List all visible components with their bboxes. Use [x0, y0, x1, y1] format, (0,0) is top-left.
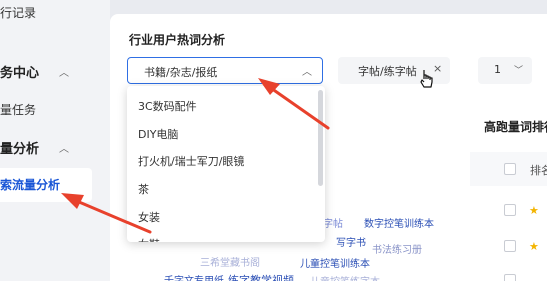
- sidebar-item-label: 索流量分析: [0, 178, 61, 192]
- cloud-word: 千字文专用纸: [164, 272, 224, 281]
- row-checkbox[interactable]: [504, 240, 516, 252]
- cloud-word: 儿童控笔训练本: [300, 259, 370, 270]
- dropdown-option[interactable]: 女装: [138, 209, 160, 225]
- sidebar-item-task[interactable]: 量任务: [0, 101, 36, 118]
- category-dropdown: 3C数码配件 DIY电脑 打火机/瑞士军刀/眼镜 茶 女装 女鞋: [127, 86, 325, 242]
- ranking-table-header: 排名: [470, 152, 547, 186]
- hand-cursor-icon: [420, 70, 433, 88]
- sidebar-group-label: 量分析: [0, 142, 40, 157]
- chevron-up-icon[interactable]: ︿: [59, 140, 69, 155]
- sidebar: 行记录 务中心 ︿ 量任务 量分析 ︿ 索流量分析: [0, 0, 110, 281]
- app-window: 行记录 务中心 ︿ 量任务 量分析 ︿ 索流量分析 行业用户热词分析 书籍/杂志…: [0, 0, 547, 281]
- cloud-word: 书法练习册: [372, 245, 422, 256]
- cloud-word: 三希堂藏书阁: [200, 258, 260, 269]
- sidebar-group-analysis[interactable]: 量分析: [0, 138, 39, 157]
- cloud-word: 数字控笔训练本: [364, 219, 434, 230]
- cloud-word: 练字教学视频: [228, 274, 294, 281]
- chevron-up-icon: ︿: [302, 67, 312, 78]
- section-title: 行业用户热词分析: [129, 33, 226, 47]
- cloud-word: 写字书: [336, 238, 366, 249]
- dropdown-option[interactable]: DIY电脑: [138, 126, 178, 142]
- dropdown-option[interactable]: 3C数码配件: [138, 98, 197, 114]
- count-select-value: 1: [494, 63, 501, 76]
- row-checkbox[interactable]: [504, 204, 516, 216]
- sidebar-item-label: 行记录: [0, 6, 37, 20]
- ranking-title: 高跑量词排行: [484, 120, 547, 134]
- cloud-word: 字帖: [323, 219, 343, 230]
- category-select[interactable]: 书籍/杂志/报纸 ︿: [127, 57, 323, 84]
- count-select[interactable]: 1 ﹀: [478, 57, 532, 84]
- category-select-value: 书籍/杂志/报纸: [144, 66, 218, 79]
- keyword-tag: 字帖/练字帖: [358, 65, 417, 78]
- sidebar-item-record[interactable]: 行记录: [0, 4, 36, 21]
- dropdown-option[interactable]: 女鞋: [138, 236, 160, 242]
- medal-icon: ★: [529, 240, 539, 253]
- dropdown-scrollbar[interactable]: [318, 90, 323, 186]
- rank-column-header: 排名: [530, 164, 547, 177]
- chevron-down-icon: ﹀: [514, 66, 524, 76]
- sidebar-group-label: 务中心: [0, 66, 40, 81]
- chevron-up-icon[interactable]: ︿: [59, 64, 69, 79]
- dropdown-option[interactable]: 打火机/瑞士军刀/眼镜: [138, 153, 244, 169]
- medal-icon: ★: [529, 204, 539, 217]
- row-checkbox[interactable]: [504, 274, 516, 281]
- sidebar-item-search-traffic-analysis[interactable]: 索流量分析: [0, 168, 92, 202]
- sidebar-group-task-center[interactable]: 务中心: [0, 62, 39, 81]
- select-all-checkbox[interactable]: [504, 163, 516, 175]
- dropdown-option[interactable]: 茶: [138, 181, 149, 197]
- cloud-word: 儿童控笔练字本: [310, 273, 380, 281]
- sidebar-item-label: 量任务: [0, 103, 37, 117]
